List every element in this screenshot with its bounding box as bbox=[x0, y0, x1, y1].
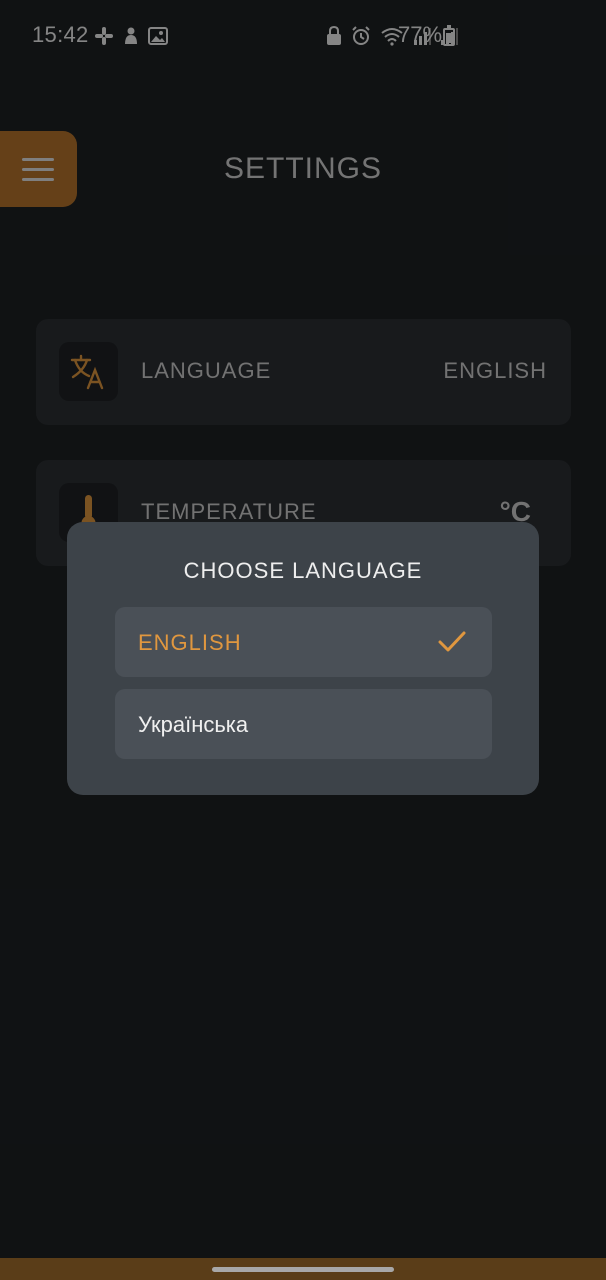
check-icon bbox=[438, 631, 466, 652]
language-option-english[interactable]: ENGLISH bbox=[115, 607, 492, 677]
dialog-title: CHOOSE LANGUAGE bbox=[183, 558, 423, 583]
option-label: Українська bbox=[138, 712, 249, 737]
settings-screen: 15:42 77% SETTINGS LANGUAGE ENGLISH TEMP… bbox=[0, 0, 606, 1280]
home-gesture-bar[interactable] bbox=[212, 1267, 394, 1272]
option-label: ENGLISH bbox=[138, 630, 242, 655]
language-dialog: CHOOSE LANGUAGE ENGLISH Українська bbox=[67, 522, 539, 795]
language-option-ukrainian[interactable]: Українська bbox=[115, 689, 492, 759]
